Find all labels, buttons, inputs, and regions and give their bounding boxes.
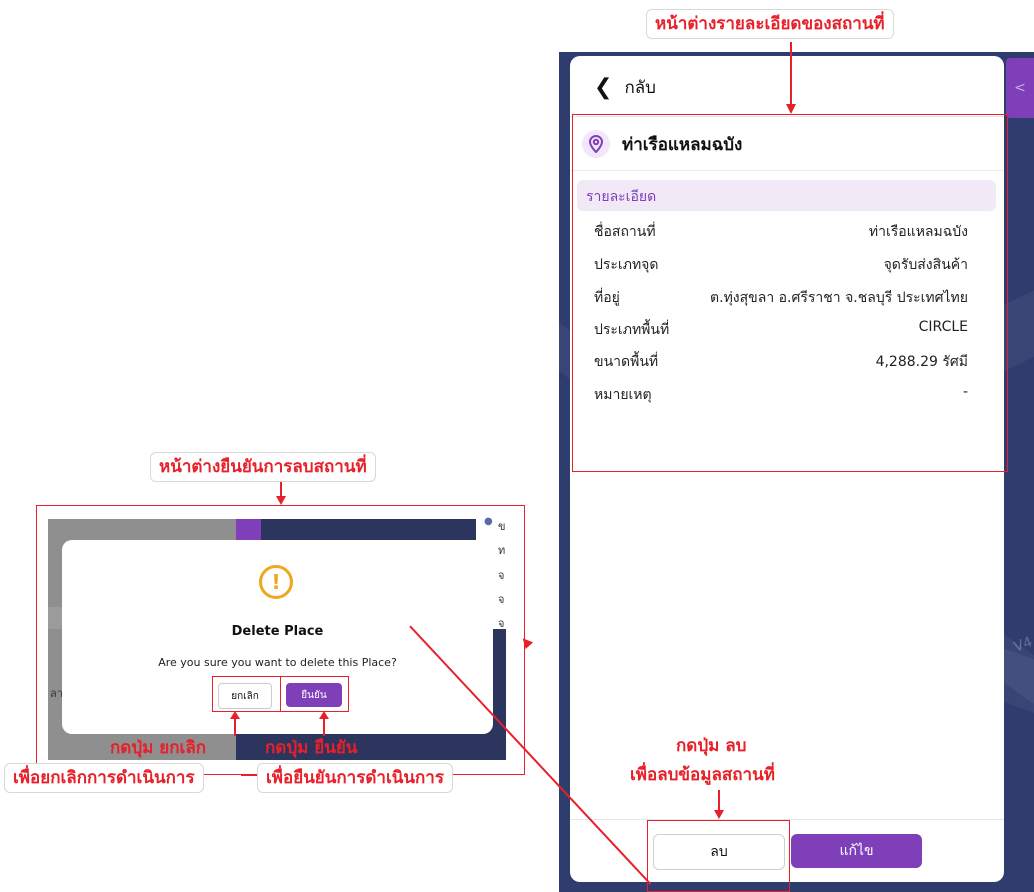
connector-line <box>234 716 236 736</box>
annotation-confirm-line1: กดปุ่ม ยืนยัน <box>265 738 358 758</box>
annotation-confirm-line2: เพื่อยืนยันการดำเนินการ <box>257 763 453 793</box>
annotation-detail-window: หน้าต่างรายละเอียดของสถานที่ <box>646 9 894 39</box>
annotation-cancel-line2: เพื่อยกเลิกการดำเนินการ <box>4 763 204 793</box>
arrow-icon <box>230 711 240 719</box>
edit-button[interactable]: แก้ไข <box>791 834 922 868</box>
highlight-delete-button <box>647 820 790 892</box>
annotation-confirm-window: หน้าต่างยืนยันการลบสถานที่ <box>150 452 376 482</box>
annotation-cancel-line1: กดปุ่ม ยกเลิก <box>110 738 207 758</box>
collapse-tab[interactable]: < <box>1006 58 1034 118</box>
highlight-confirm-button <box>280 676 349 712</box>
chevron-left-icon: < <box>1014 80 1026 96</box>
highlight-cancel-button <box>212 676 281 712</box>
arrow-icon <box>276 496 286 505</box>
annotation-delete-line2: เพื่อลบข้อมูลสถานที่ <box>630 765 775 785</box>
arrow-icon <box>786 104 796 114</box>
highlight-confirm-window <box>36 505 525 775</box>
connector-line <box>323 716 325 736</box>
arrow-icon <box>319 711 329 719</box>
connector-line <box>790 42 792 106</box>
highlight-detail-window <box>572 114 1008 472</box>
chevron-left-icon: ❮ <box>594 74 613 100</box>
connector-line <box>718 790 720 812</box>
back-label: กลับ <box>624 77 656 98</box>
back-button[interactable]: ❮ กลับ <box>594 72 656 102</box>
annotation-delete-line1: กดปุ่ม ลบ <box>676 736 747 756</box>
arrow-icon <box>714 810 724 819</box>
